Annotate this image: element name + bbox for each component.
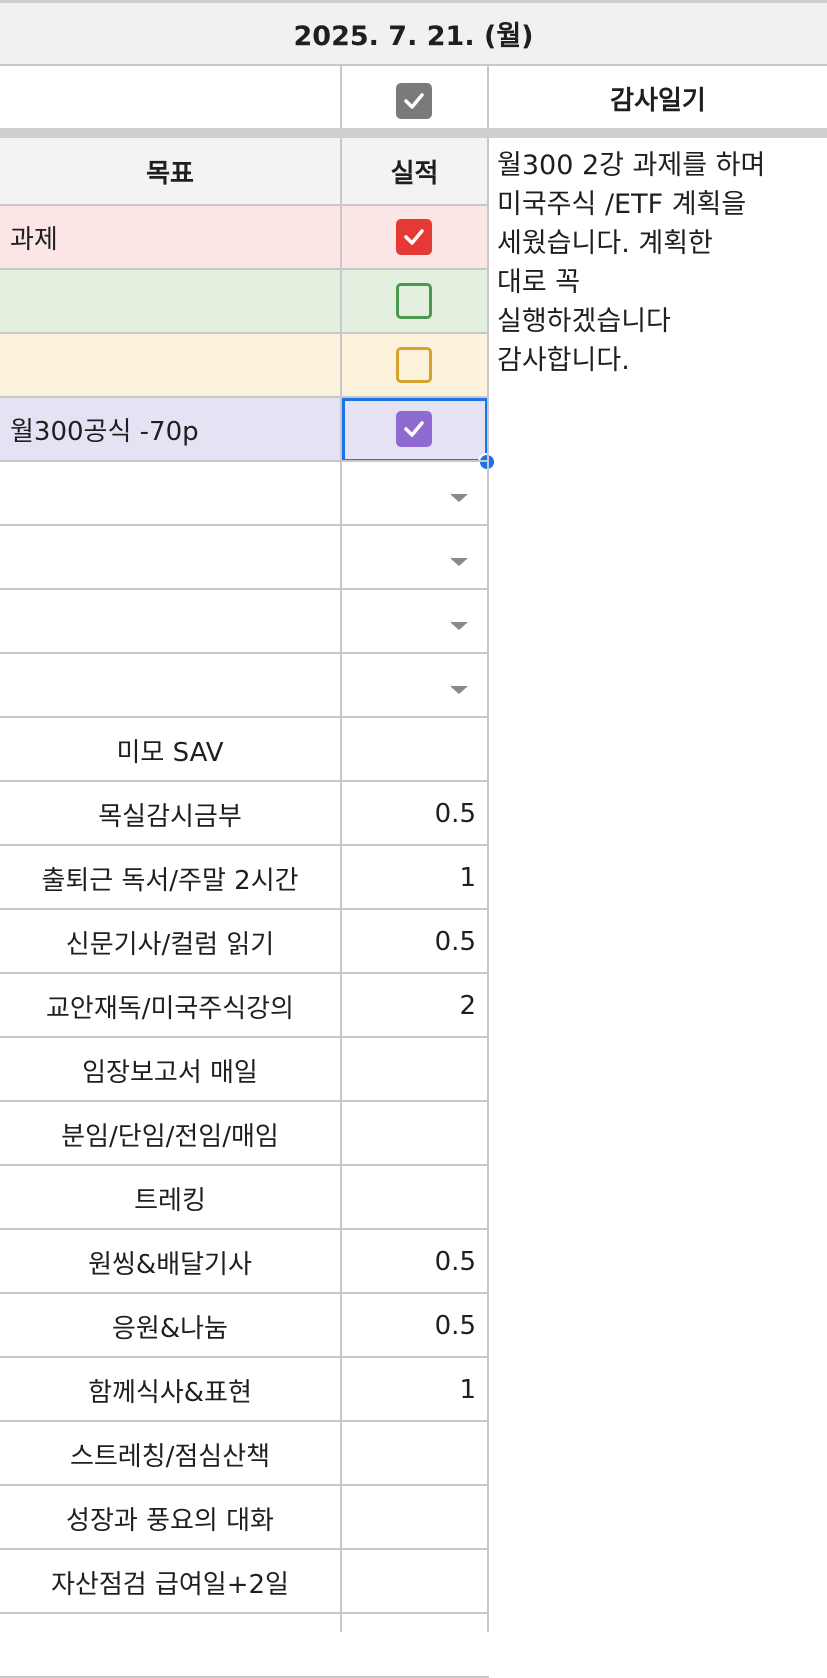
habit-value[interactable]: 1: [342, 846, 476, 910]
grid-hline: [0, 1164, 489, 1166]
grid-hline: [0, 524, 489, 526]
goal-column-header: 목표: [146, 158, 194, 189]
goal-row-2-text[interactable]: [10, 270, 340, 332]
habit-value[interactable]: 0.5: [342, 1294, 476, 1358]
date-text: 2025. 7. 21. (월): [293, 21, 534, 52]
grid-vline: [487, 138, 489, 1632]
habit-label[interactable]: 목실감시금부: [0, 782, 340, 846]
habit-value[interactable]: [342, 1166, 476, 1230]
grid-hline: [0, 460, 489, 462]
grid-hline: [0, 908, 489, 910]
habit-label[interactable]: 임장보고서 매일: [0, 1038, 340, 1102]
habit-label[interactable]: 성장과 풍요의 대화: [0, 1486, 340, 1550]
grid-hline: [0, 204, 489, 206]
goal-row-1-checkbox[interactable]: [396, 219, 432, 255]
habit-value[interactable]: 2: [342, 974, 476, 1038]
diary-line: 감사합니다.: [497, 345, 630, 376]
grid-hline: [0, 1420, 489, 1422]
grid-hline: [0, 268, 489, 270]
grid-hline: [0, 1612, 489, 1614]
habit-label[interactable]: 미모 SAV: [0, 718, 340, 782]
habit-label[interactable]: 교안재독/미국주식강의: [0, 974, 340, 1038]
grid-vline: [340, 66, 342, 128]
grid-vline: [340, 138, 342, 1632]
habit-label[interactable]: 트레킹: [0, 1166, 340, 1230]
habit-value[interactable]: [342, 1422, 476, 1486]
grid-hline: [0, 1228, 489, 1230]
grid-vline: [487, 66, 489, 128]
grid-hline: [0, 780, 489, 782]
habit-label[interactable]: 원씽&배달기사: [0, 1230, 340, 1294]
diary-line: 대로 꼭: [497, 267, 581, 298]
grid-hline: [0, 1356, 489, 1358]
dropdown-arrow-icon[interactable]: [450, 686, 468, 694]
dropdown-arrow-icon[interactable]: [450, 494, 468, 502]
habit-value[interactable]: [342, 1486, 476, 1550]
diary-line: 실행하겠습니다: [497, 306, 671, 337]
diary-line: 미국주식 /ETF 계획을: [497, 189, 747, 220]
diary-line: 월300 2강 과제를 하며: [497, 150, 766, 181]
goal-row-2-checkbox[interactable]: [396, 283, 432, 319]
selected-cell-outline: [342, 398, 488, 462]
check-icon: [404, 93, 424, 109]
date-header: 2025. 7. 21. (월): [0, 0, 827, 66]
habit-label[interactable]: 분임/단임/전임/매임: [0, 1102, 340, 1166]
grid-hline: [0, 972, 489, 974]
grid-hline: [0, 396, 489, 398]
header-checkbox[interactable]: [396, 83, 432, 119]
grid-hline: [0, 652, 489, 654]
habit-label[interactable]: 자산점검 급여일+2일: [0, 1550, 340, 1614]
grid-hline: [0, 844, 489, 846]
dropdown-arrow-icon[interactable]: [450, 622, 468, 630]
habit-label[interactable]: 응원&나눔: [0, 1294, 340, 1358]
goal-row-1-text[interactable]: 과제: [10, 206, 340, 268]
habit-label[interactable]: 신문기사/컬럼 읽기: [0, 910, 340, 974]
grid-hline: [0, 1292, 489, 1294]
grid-hline: [0, 1036, 489, 1038]
habit-value[interactable]: [342, 1038, 476, 1102]
habit-value[interactable]: 0.5: [342, 1230, 476, 1294]
grid-hline: [0, 1484, 489, 1486]
gratitude-diary-text[interactable]: 월300 2강 과제를 하며 미국주식 /ETF 계획을 세웠습니다. 계획한 …: [497, 146, 825, 380]
dropdown-arrow-icon[interactable]: [450, 558, 468, 566]
divider: [0, 128, 827, 138]
grid-hline: [0, 1548, 489, 1550]
habit-value[interactable]: 1: [342, 1358, 476, 1422]
diary-line: 세웠습니다. 계획한: [497, 228, 713, 259]
grid-hline: [0, 716, 489, 718]
habit-label[interactable]: 출퇴근 독서/주말 2시간: [0, 846, 340, 910]
result-column-header: 실적: [390, 158, 439, 189]
habit-value[interactable]: [342, 718, 476, 782]
diary-title: 감사일기: [610, 85, 706, 116]
goal-row-3-text[interactable]: [10, 334, 340, 396]
habit-value[interactable]: [342, 1550, 476, 1614]
goal-row-3-checkbox[interactable]: [396, 347, 432, 383]
habit-label[interactable]: 스트레칭/점심산책: [0, 1422, 340, 1486]
check-icon: [404, 229, 424, 245]
grid-hline: [0, 1100, 489, 1102]
goal-row-4-text[interactable]: 월300공식 -70p: [10, 398, 340, 460]
grid-hline: [0, 588, 489, 590]
habit-value[interactable]: [342, 1102, 476, 1166]
habit-value[interactable]: 0.5: [342, 910, 476, 974]
grid-hline: [0, 332, 489, 334]
habit-value[interactable]: 0.5: [342, 782, 476, 846]
habit-label[interactable]: 함께식사&표현: [0, 1358, 340, 1422]
